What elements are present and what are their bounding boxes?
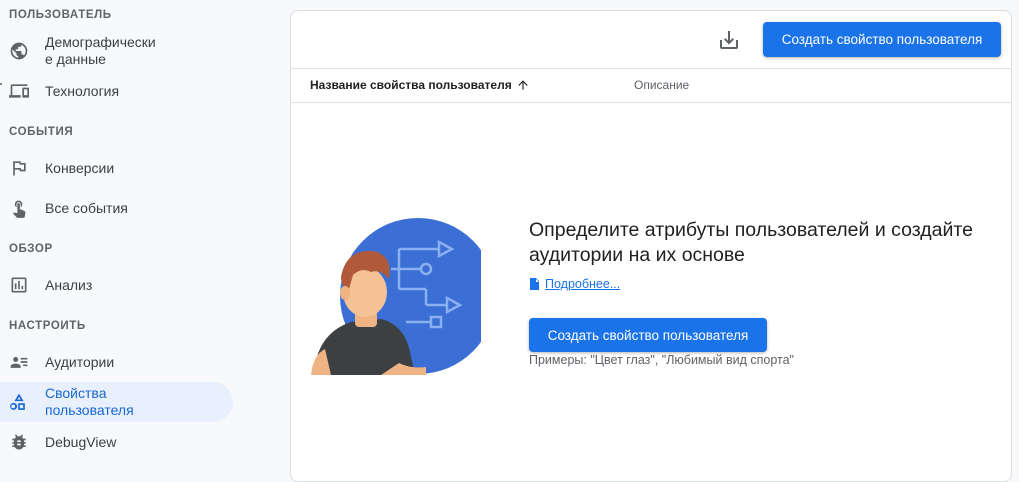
- sidebar-label-demographics-2: е данные: [45, 51, 106, 67]
- sidebar-item-tech[interactable]: Технология: [0, 76, 233, 106]
- column-header-name[interactable]: Название свойства пользователя: [310, 78, 530, 92]
- download-icon[interactable]: [717, 28, 741, 52]
- analysis-icon: [11, 277, 27, 293]
- sidebar-label-audiences: Аудитории: [45, 353, 115, 370]
- empty-state-title-line2: аудитории на их основе: [529, 244, 745, 266]
- sidebar-item-user-properties[interactable]: Свойства пользователя: [0, 382, 233, 422]
- sidebar-label-all-events: Все события: [45, 199, 128, 216]
- column-header-name-label: Название свойства пользователя: [310, 78, 512, 92]
- shapes-icon: [10, 393, 25, 410]
- user-properties-card: Создать свойство пользователя Название с…: [290, 10, 1012, 482]
- section-title-explore: ОБЗОР: [9, 243, 53, 255]
- sidebar-label-conversions: Конверсии: [45, 159, 115, 176]
- empty-state-illustration: [311, 218, 481, 375]
- learn-more-label: Подробнее...: [545, 277, 621, 291]
- section-title-configure: НАСТРОИТЬ: [9, 320, 86, 332]
- touch-icon: [12, 200, 26, 218]
- create-user-property-button[interactable]: Создать свойство пользователя: [763, 22, 1001, 57]
- sidebar-item-analysis[interactable]: Анализ: [0, 270, 233, 300]
- learn-more-link[interactable]: Подробнее...: [529, 277, 620, 291]
- globe-icon: [10, 42, 28, 60]
- sidebar-item-debugview[interactable]: DebugView: [0, 427, 233, 457]
- document-icon: [530, 278, 539, 290]
- audience-icon: [10, 357, 28, 368]
- sidebar-label-tech: Технология: [45, 82, 120, 99]
- sidebar-label-user-properties-2: пользователя: [45, 402, 134, 418]
- empty-state-title: Определите атрибуты пользователей и созд…: [529, 218, 999, 268]
- table-header: Название свойства пользователя Описание: [291, 69, 1011, 103]
- arrow-up-icon: [518, 80, 528, 90]
- section-title-events: СОБЫТИЯ: [9, 126, 74, 138]
- examples-text: Примеры: "Цвет глаз", "Любимый вид спорт…: [529, 353, 794, 367]
- section-title-user: ПОЛЬЗОВАТЕЛЬ: [9, 9, 112, 21]
- sidebar-label-debugview: DebugView: [45, 433, 117, 450]
- devices-icon: [9, 84, 29, 98]
- sidebar-item-conversions[interactable]: Конверсии: [0, 153, 233, 183]
- sidebar-label-demographics-1: Демографически: [45, 34, 156, 50]
- empty-state-title-line1: Определите атрибуты пользователей и созд…: [529, 219, 973, 241]
- card-toolbar: Создать свойство пользователя: [291, 11, 1011, 69]
- sidebar-label-user-properties-1: Свойства: [45, 385, 107, 401]
- bug-icon: [12, 434, 26, 450]
- flag-icon: [13, 161, 26, 176]
- create-user-property-main-button[interactable]: Создать свойство пользователя: [529, 318, 767, 352]
- sidebar-item-audiences[interactable]: Аудитории: [0, 347, 233, 377]
- sidebar-item-demographics[interactable]: Демографически е данные: [0, 34, 233, 85]
- sidebar-label-analysis: Анализ: [45, 276, 93, 293]
- sidebar-nav: ПОЛЬЗОВАТЕЛЬ Демографически е данные Техн…: [0, 0, 262, 468]
- sidebar-item-all-events[interactable]: Все события: [0, 193, 233, 223]
- column-header-description[interactable]: Описание: [634, 78, 689, 92]
